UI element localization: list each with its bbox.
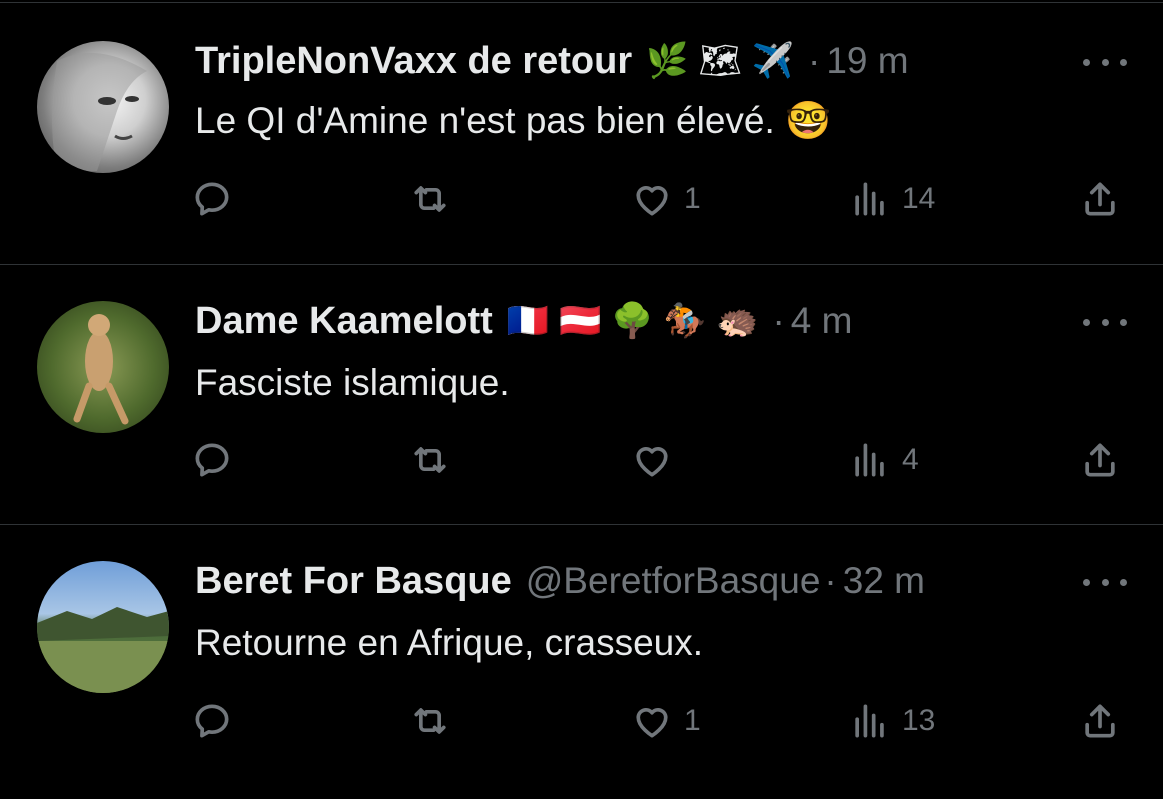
share-icon — [1085, 182, 1115, 216]
tweet-header: TripleNonVaxx de retour 🌿🗺✈️ · 19 m — [195, 36, 1043, 86]
separator-dot: · — [807, 40, 821, 81]
views-button[interactable]: 14 — [848, 176, 935, 222]
like-icon — [636, 447, 668, 477]
views-button[interactable]: 4 — [848, 437, 919, 483]
like-count: 1 — [684, 182, 701, 215]
retweet-icon — [414, 186, 446, 212]
name-emojis: 🌿🗺✈️ — [646, 42, 804, 80]
tweet[interactable]: Dame Kaamelott 🇫🇷🇦🇹🌳🏇🦔 · 4 m Fasciste is… — [0, 264, 1163, 524]
retweet-button[interactable] — [408, 698, 452, 744]
tweet-header: Beret For Basque @BeretforBasque · 32 m — [195, 556, 1043, 606]
like-icon — [636, 186, 668, 216]
reply-button[interactable] — [190, 176, 234, 222]
action-bar: 1 14 — [190, 176, 1140, 222]
view-count: 13 — [902, 704, 936, 737]
tweet-text: Le QI d'Amine n'est pas bien élevé. 🤓 — [195, 100, 832, 141]
tweet-header: Dame Kaamelott 🇫🇷🇦🇹🌳🏇🦔 · 4 m — [195, 296, 1043, 346]
tweet-text: Retourne en Afrique, crasseux. — [195, 622, 704, 663]
display-name[interactable]: TripleNonVaxx de retour — [195, 40, 632, 83]
share-button[interactable] — [1078, 176, 1122, 222]
share-icon — [1085, 443, 1115, 477]
avatar[interactable] — [37, 301, 169, 433]
retweet-icon — [414, 708, 446, 734]
like-button[interactable]: 1 — [630, 176, 701, 222]
reply-icon — [195, 182, 229, 216]
avatar[interactable] — [37, 41, 169, 173]
like-icon — [636, 708, 668, 738]
tweet[interactable]: Beret For Basque @BeretforBasque · 32 m … — [0, 524, 1163, 784]
separator-dot: · — [772, 300, 785, 341]
name-emojis: 🇫🇷🇦🇹🌳🏇🦔 — [506, 302, 769, 340]
timestamp[interactable]: 32 m — [843, 560, 925, 602]
views-button[interactable]: 13 — [848, 698, 935, 744]
tweet-text: Fasciste islamique. — [195, 362, 510, 403]
more-icon[interactable] — [1083, 312, 1127, 332]
retweet-button[interactable] — [408, 437, 452, 483]
views-icon — [855, 443, 884, 477]
action-bar: 1 13 — [190, 698, 1140, 744]
timestamp[interactable]: 4 m — [791, 300, 853, 342]
like-button[interactable]: 1 — [630, 698, 701, 744]
retweet-icon — [414, 447, 446, 473]
view-count: 14 — [902, 182, 936, 215]
share-button[interactable] — [1078, 437, 1122, 483]
like-count: 1 — [684, 704, 701, 737]
display-name[interactable]: Beret For Basque — [195, 560, 512, 603]
views-icon — [855, 182, 884, 216]
share-button[interactable] — [1078, 698, 1122, 744]
timestamp[interactable]: 19 m — [826, 40, 908, 82]
reply-button[interactable] — [190, 437, 234, 483]
reply-button[interactable] — [190, 698, 234, 744]
separator-dot: · — [824, 560, 837, 601]
more-icon[interactable] — [1083, 572, 1127, 592]
avatar[interactable] — [37, 561, 169, 693]
action-bar: 4 — [190, 437, 1140, 483]
more-icon[interactable] — [1083, 52, 1127, 72]
views-icon — [855, 704, 884, 738]
retweet-button[interactable] — [408, 176, 452, 222]
display-name[interactable]: Dame Kaamelott — [195, 300, 493, 343]
like-button[interactable] — [630, 437, 684, 483]
tweet[interactable]: TripleNonVaxx de retour 🌿🗺✈️ · 19 m Le Q… — [0, 0, 1163, 260]
reply-icon — [195, 443, 229, 477]
user-handle[interactable]: @BeretforBasque — [526, 560, 821, 602]
reply-icon — [195, 704, 229, 738]
view-count: 4 — [902, 443, 919, 476]
share-icon — [1085, 704, 1115, 738]
